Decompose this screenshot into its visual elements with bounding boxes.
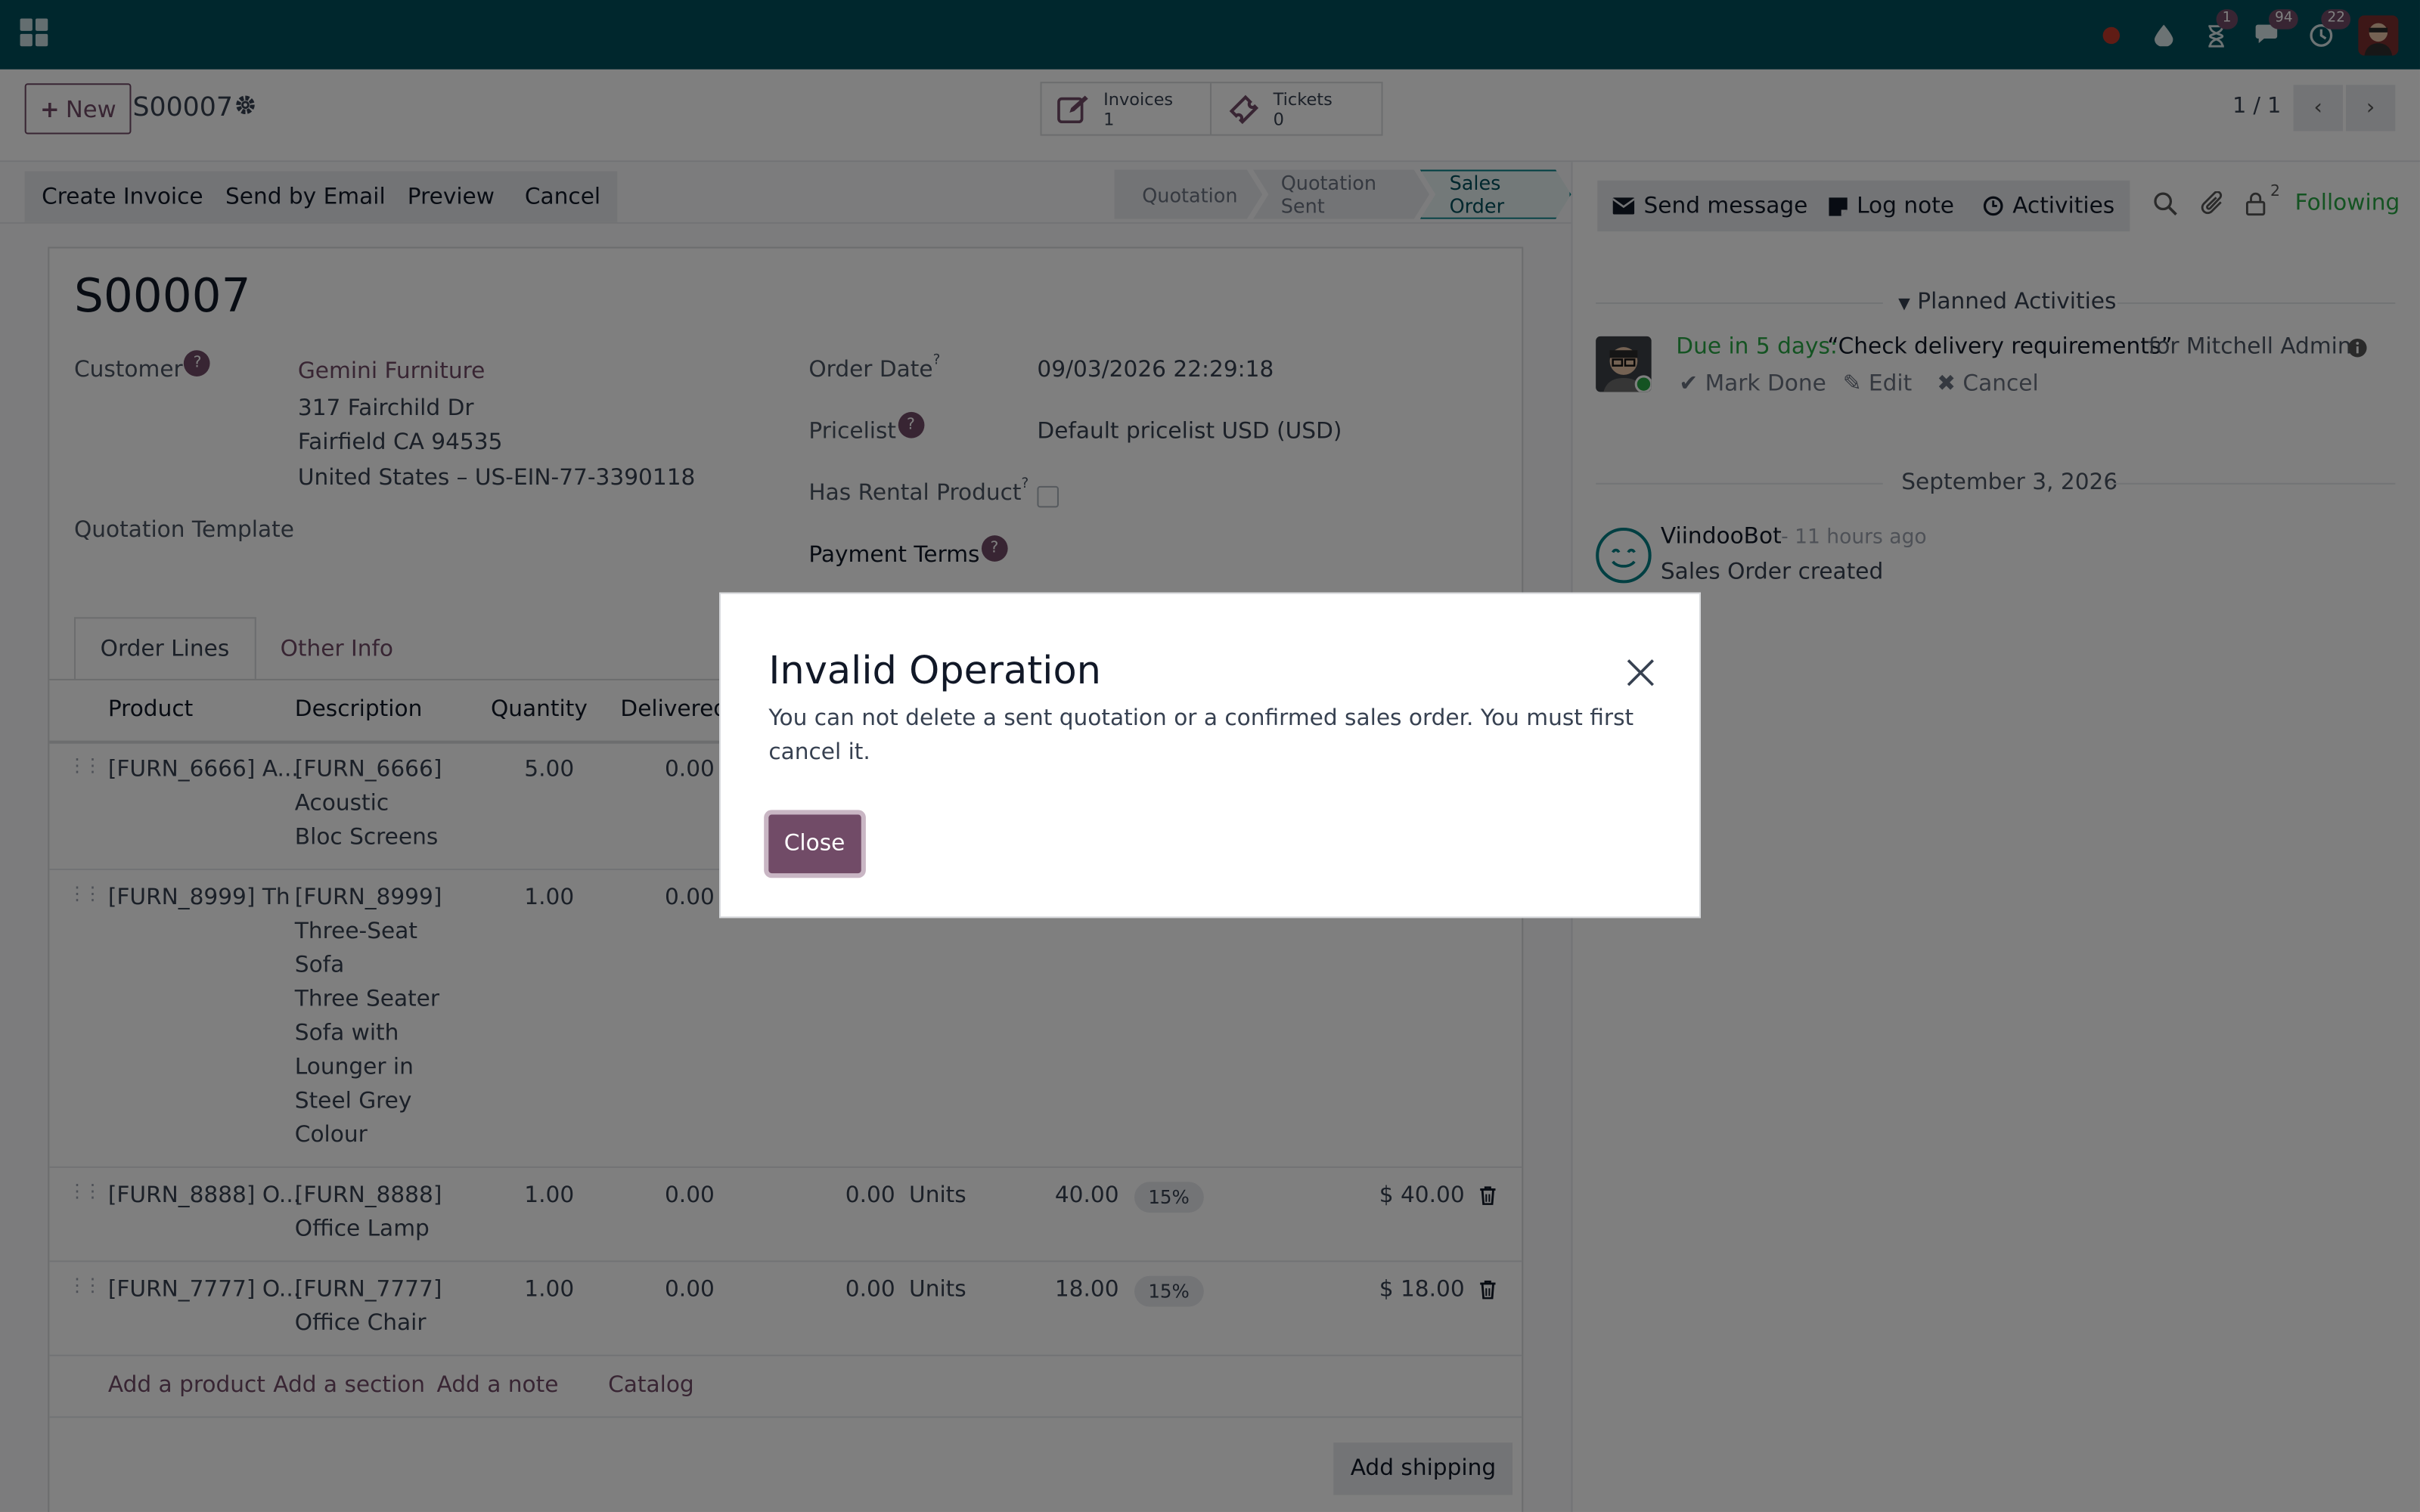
dialog-message: You can not delete a sent quotation or a… xyxy=(768,706,1634,766)
invalid-operation-dialog: Invalid Operation You can not delete a s… xyxy=(719,592,1701,919)
dialog-close-button[interactable]: Close xyxy=(768,814,861,874)
close-icon[interactable] xyxy=(1625,657,1656,688)
dialog-title: Invalid Operation xyxy=(768,648,1102,693)
